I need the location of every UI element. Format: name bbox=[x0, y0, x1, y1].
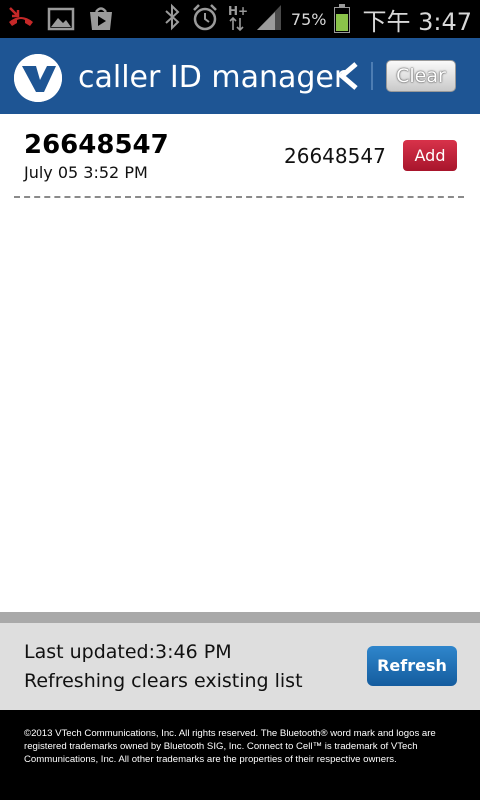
last-updated-text: Last updated:3:46 PM bbox=[24, 641, 232, 663]
alarm-icon bbox=[191, 2, 219, 36]
refresh-panel: Last updated:3:46 PM Refreshing clears e… bbox=[0, 623, 480, 710]
header-divider bbox=[371, 62, 373, 90]
app-title: caller ID manager bbox=[78, 60, 347, 95]
list-item[interactable]: 26648547 July 05 3:52 PM 26648547 Add bbox=[14, 114, 464, 198]
battery-percent: 75% bbox=[290, 9, 327, 29]
copyright-footer: ©2013 VTech Communications, Inc. All rig… bbox=[0, 710, 480, 800]
vtech-logo bbox=[14, 54, 62, 102]
bluetooth-icon bbox=[161, 2, 183, 36]
signal-icon bbox=[255, 2, 283, 36]
chevron-left-icon bbox=[338, 62, 358, 90]
svg-text:H+: H+ bbox=[228, 4, 247, 18]
clock: 下午 3:47 bbox=[362, 7, 472, 36]
caller-name: 26648547 bbox=[24, 130, 169, 160]
system-icons: H+ 75% 下午 3:47 bbox=[161, 0, 472, 38]
battery-icon bbox=[334, 4, 351, 33]
missed-call-icon bbox=[6, 4, 36, 38]
add-button[interactable]: Add bbox=[403, 140, 457, 171]
notification-icons bbox=[6, 4, 116, 38]
back-button[interactable] bbox=[334, 58, 364, 96]
clear-button[interactable]: Clear bbox=[386, 60, 456, 92]
hplus-data-icon: H+ bbox=[227, 2, 248, 36]
app-header: caller ID manager Clear bbox=[0, 38, 480, 114]
caller-number: 26648547 bbox=[284, 144, 386, 168]
image-icon bbox=[46, 4, 76, 38]
refresh-note: Refreshing clears existing list bbox=[24, 670, 303, 692]
status-bar: H+ 75% 下午 3:47 bbox=[0, 0, 480, 38]
call-list: 26648547 July 05 3:52 PM 26648547 Add bbox=[0, 114, 480, 612]
call-time: July 05 3:52 PM bbox=[24, 163, 148, 182]
play-store-icon bbox=[86, 4, 116, 38]
divider-band bbox=[0, 612, 480, 623]
refresh-button[interactable]: Refresh bbox=[367, 646, 457, 686]
copyright-text: ©2013 VTech Communications, Inc. All rig… bbox=[24, 728, 436, 765]
